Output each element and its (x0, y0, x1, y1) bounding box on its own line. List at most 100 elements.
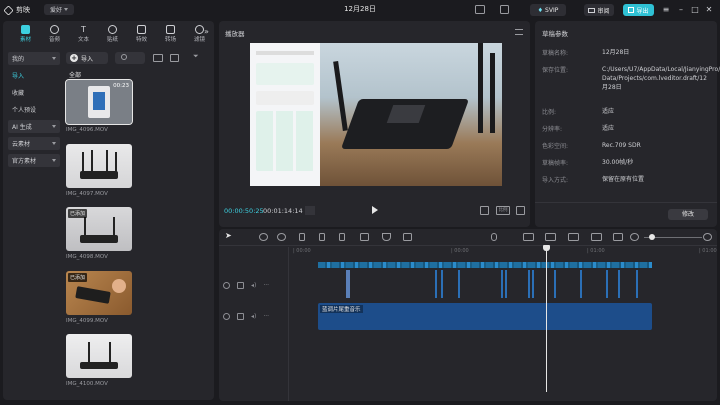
cursor-icon[interactable]: ➤ (225, 231, 234, 240)
grid-view-icon[interactable] (153, 54, 163, 62)
volume-icon[interactable]: ◂) (251, 313, 256, 320)
track-headers: ◂) ··· ◂) ··· (219, 247, 289, 401)
volume-icon[interactable]: ◂) (251, 282, 256, 289)
shortcut-icon[interactable] (500, 5, 509, 14)
media-item[interactable]: 已添加 IMG_4099.MOV (66, 271, 136, 324)
tab-label: 文本 (77, 37, 89, 43)
lock-icon[interactable] (237, 313, 244, 320)
param-key: 保存位置: (542, 67, 569, 74)
link-icon[interactable] (523, 233, 534, 241)
category-import[interactable]: 导入 (8, 69, 60, 82)
media-item[interactable]: 00:23 IMG_4096.MOV (65, 79, 136, 133)
hide-track-icon[interactable] (223, 282, 230, 289)
playhead[interactable] (546, 245, 547, 392)
edit-button[interactable]: 修改 (668, 209, 708, 220)
category-presets[interactable]: 个人预设 (8, 103, 60, 116)
minimize-icon[interactable]: – (676, 5, 686, 15)
redo-icon[interactable] (277, 233, 286, 241)
menu-icon[interactable]: ≡ (661, 5, 671, 15)
play-icon[interactable] (372, 206, 378, 214)
microphone-icon[interactable] (491, 233, 497, 241)
snap-icon[interactable] (545, 233, 556, 241)
tab-label: 特效 (135, 37, 147, 43)
review-button[interactable]: 审阅 (584, 4, 614, 16)
category-favorites[interactable]: 收藏 (8, 86, 60, 99)
media-name: IMG_4097.MOV (66, 191, 108, 197)
tab-effects[interactable]: 特效 (127, 23, 156, 43)
clip-marker (532, 270, 534, 298)
sort-icon[interactable] (170, 54, 179, 62)
zoom-slider-handle[interactable] (649, 234, 655, 240)
tab-text[interactable]: T 文本 (69, 23, 98, 43)
close-icon[interactable]: ✕ (704, 5, 714, 15)
layout-icon[interactable] (475, 5, 485, 14)
export-button[interactable]: 导出 (623, 4, 654, 16)
tab-transition[interactable]: 转场 (156, 23, 185, 43)
fit-icon[interactable] (613, 233, 623, 241)
linkage-icon[interactable] (568, 233, 579, 241)
expand-icon[interactable] (516, 206, 525, 215)
ruler-label: | 01:00 (699, 248, 717, 254)
zoom-out-icon[interactable] (630, 233, 639, 241)
caption-icon[interactable] (403, 233, 412, 241)
split-icon[interactable] (299, 233, 305, 241)
audio-clip[interactable]: 蓝调片尾重音乐 (318, 303, 652, 330)
duration-label: 00:23 (113, 83, 129, 89)
category-official[interactable]: 官方素材 (8, 154, 60, 167)
fullscreen-frame-icon[interactable] (480, 206, 489, 215)
title-bar: 剪映 爱好 12月28日 ♦ SVIP 审阅 导出 ≡ – □ ✕ (0, 0, 720, 20)
more-icon[interactable]: ··· (263, 282, 269, 289)
category-cloud[interactable]: 云素材 (8, 137, 60, 150)
filter-funnel-icon[interactable]: ⏷ (193, 52, 202, 60)
time-ruler[interactable]: | 00:00 | 00:00 | 01:00 | 01:00 (291, 247, 717, 259)
tab-filter[interactable]: 滤镜 (185, 23, 214, 43)
undo-icon[interactable] (259, 233, 268, 241)
chevron-right-icon[interactable]: » (204, 27, 209, 36)
hide-track-icon[interactable] (223, 313, 230, 320)
ratio-button[interactable]: 比例 (496, 206, 510, 215)
ruler-label: | 00:00 (451, 248, 469, 254)
media-thumbnail (66, 334, 132, 378)
preview-axis-icon[interactable] (591, 233, 602, 241)
keyframe-marker[interactable] (346, 270, 350, 298)
media-item[interactable]: IMG_4100.MOV (66, 334, 136, 387)
category-label: AI 生成 (12, 124, 32, 131)
thumb-antenna (113, 217, 115, 236)
search-icon (121, 54, 127, 60)
tab-sticker[interactable]: 贴纸 (98, 23, 127, 43)
category-label: 官方素材 (12, 158, 37, 165)
category-ai[interactable]: AI 生成 (8, 120, 60, 133)
router-antenna (333, 60, 348, 132)
trim-left-icon[interactable] (319, 233, 325, 241)
delete-icon[interactable] (360, 233, 369, 241)
project-title: 12月28日 (344, 5, 376, 13)
video-track[interactable] (318, 270, 652, 300)
user-menu[interactable]: 爱好 (44, 4, 74, 15)
svip-badge[interactable]: ♦ SVIP (530, 4, 566, 16)
capcut-logo-icon (3, 4, 14, 16)
more-icon[interactable]: ··· (263, 313, 269, 320)
audio-track-controls: ◂) ··· (223, 313, 269, 320)
lock-icon[interactable] (237, 282, 244, 289)
category-mine[interactable]: 我的 (8, 52, 60, 65)
export-icon (628, 7, 635, 13)
menu-icon[interactable] (515, 29, 523, 35)
trim-right-icon[interactable] (339, 233, 345, 241)
zoom-in-icon[interactable] (703, 233, 712, 241)
tab-media[interactable]: 素材 (11, 23, 40, 43)
media-item[interactable]: 已添加 IMG_4098.MOV (66, 207, 136, 260)
diamond-icon: ♦ (537, 6, 544, 14)
maximize-icon[interactable]: □ (690, 5, 700, 15)
category-label: 导入 (12, 73, 25, 80)
timecode-toggle-icon[interactable] (305, 206, 315, 215)
video-preview[interactable] (250, 43, 502, 186)
mark-icon[interactable] (382, 233, 391, 241)
tab-audio[interactable]: 音频 (40, 23, 69, 43)
playhead-handle[interactable] (543, 245, 550, 251)
search-input[interactable] (115, 52, 145, 64)
phone-ui-bar (256, 51, 314, 55)
import-button[interactable]: + 导入 (66, 52, 108, 64)
video-clip-strip[interactable] (318, 262, 652, 268)
media-item[interactable]: IMG_4097.MOV (66, 144, 136, 197)
svip-label: SVIP (545, 6, 559, 14)
